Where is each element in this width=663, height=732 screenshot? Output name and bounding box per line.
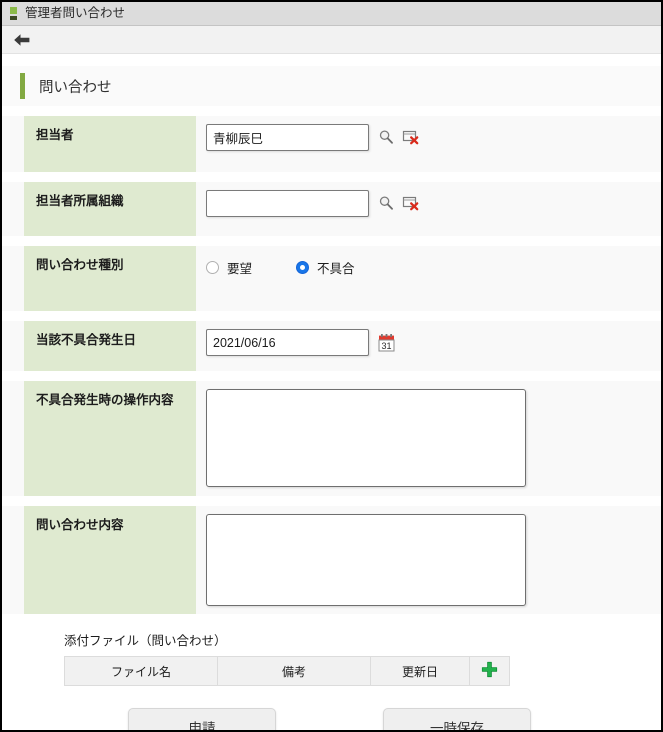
magnifier-icon[interactable] <box>377 128 395 146</box>
plus-icon[interactable] <box>481 661 498 678</box>
row-gap <box>2 311 661 321</box>
row-gap <box>2 236 661 246</box>
magnifier-icon[interactable] <box>377 194 395 212</box>
attachment-table: ファイル名 備考 更新日 <box>64 656 510 686</box>
inquiry-form: 担当者 青柳辰巳 担当者所属組織 問い合わせ種別 要望 不具合 当該不具合発生日… <box>2 116 661 614</box>
field-inquiry-detail <box>196 506 661 614</box>
form-actions: 申請 一時保存 <box>2 708 661 730</box>
label-inquiry-type: 問い合わせ種別 <box>24 246 196 311</box>
row-gap <box>2 496 661 506</box>
radio-label-defect: 不具合 <box>317 262 355 276</box>
field-occurrence-date: 31 <box>196 321 661 371</box>
toolbar <box>2 26 661 54</box>
inquiry-type-radio-group: 要望 不具合 <box>206 254 399 277</box>
form-row-inquiry-detail: 問い合わせ内容 <box>2 506 661 614</box>
radio-label-request: 要望 <box>227 262 253 276</box>
label-organization: 担当者所属組織 <box>24 182 196 236</box>
radio-option-defect[interactable]: 不具合 <box>296 258 355 277</box>
column-header-note: 備考 <box>217 656 371 686</box>
column-header-add <box>469 656 510 686</box>
column-header-filename: ファイル名 <box>64 656 218 686</box>
row-gap <box>2 371 661 381</box>
page-heading: 問い合わせ <box>2 66 661 106</box>
assignee-field-actions <box>377 128 419 146</box>
radio-indicator-selected[interactable] <box>296 261 310 274</box>
page-title: 問い合わせ <box>39 79 112 96</box>
heading-accent-bar <box>20 73 25 99</box>
form-row-organization: 担当者所属組織 <box>2 182 661 236</box>
radio-option-request[interactable]: 要望 <box>206 258 252 277</box>
organization-field-actions <box>377 194 419 212</box>
submit-button[interactable]: 申請 <box>128 708 276 730</box>
radio-indicator-unselected[interactable] <box>206 261 219 274</box>
organization-input[interactable] <box>206 190 369 217</box>
attachment-title: 添付ファイル（問い合わせ） <box>64 634 227 648</box>
label-occurrence-date: 当該不具合発生日 <box>24 321 196 371</box>
save-draft-button[interactable]: 一時保存 <box>383 708 531 730</box>
clear-screen-icon[interactable] <box>401 194 419 212</box>
row-gap <box>2 172 661 182</box>
form-row-assignee: 担当者 <box>2 116 661 172</box>
calendar-icon[interactable]: 31 <box>378 334 395 352</box>
window-title: 管理者問い合わせ <box>25 6 126 21</box>
application-window: 管理者問い合わせ 問い合わせ 担当者 青柳辰巳 担当者所属組織 問い合わせ種別 … <box>0 0 663 732</box>
form-row-operation-detail: 不具合発生時の操作内容 <box>2 381 661 496</box>
operation-detail-textarea[interactable] <box>206 389 526 487</box>
back-arrow-icon[interactable] <box>12 30 32 50</box>
field-inquiry-type: 要望 不具合 <box>196 246 661 311</box>
form-row-inquiry-type: 問い合わせ種別 要望 不具合 <box>2 246 661 311</box>
field-assignee <box>196 116 661 172</box>
label-operation-detail: 不具合発生時の操作内容 <box>24 381 196 496</box>
svg-text:31: 31 <box>381 341 391 351</box>
attachment-table-header-row: ファイル名 備考 更新日 <box>64 656 510 686</box>
assignee-input[interactable] <box>206 124 369 151</box>
form-row-occurrence-date: 当該不具合発生日 31 <box>2 321 661 371</box>
label-assignee: 担当者 <box>24 116 196 172</box>
app-square-icon <box>10 7 17 20</box>
attachment-section: 添付ファイル（問い合わせ） ファイル名 備考 更新日 <box>2 630 661 686</box>
clear-screen-icon[interactable] <box>401 128 419 146</box>
field-organization <box>196 182 661 236</box>
inquiry-detail-textarea[interactable] <box>206 514 526 606</box>
occurrence-date-input[interactable] <box>206 329 369 356</box>
column-header-updated: 更新日 <box>370 656 470 686</box>
label-inquiry-detail: 問い合わせ内容 <box>24 506 196 614</box>
window-titlebar: 管理者問い合わせ <box>2 2 661 26</box>
field-operation-detail <box>196 381 661 496</box>
